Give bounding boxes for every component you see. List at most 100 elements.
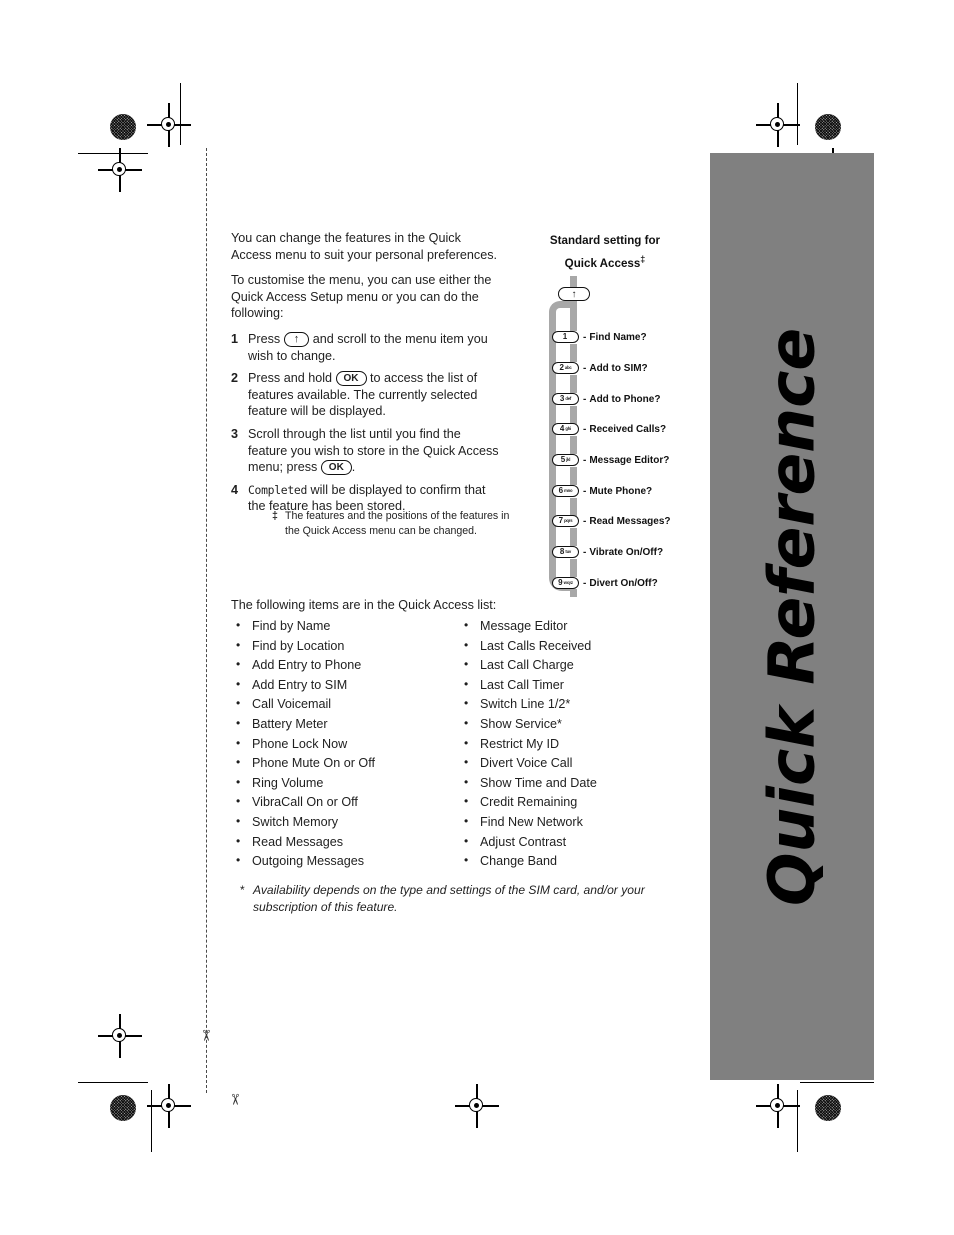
scissors-icon-upper: ✂ [196,1029,214,1042]
key-number: 5 [560,455,566,464]
key-letters: wxyz [563,580,573,586]
key-number: 9 [558,578,563,587]
registration-target-bottom-left-upper [98,1014,142,1058]
list-item: Read Messages [234,832,449,853]
feature-list-right: Message Editor Last Calls Received Last … [462,616,677,872]
row-dash: - [583,515,587,527]
list-item: Adjust Contrast [462,832,677,853]
number-key-6-icon: 6 mno [552,484,579,498]
list-item: Call Voicemail [234,694,449,715]
step-number: 4 [231,482,239,497]
feature-list-left: Find by Name Find by Location Add Entry … [234,616,449,872]
number-key-7-icon: 7 pqrs [552,514,579,528]
registration-density-patch-top-left [110,114,136,140]
step-number: 1 [231,331,239,346]
diagram-menu-row-5: 5 jkl - Message Editor? [552,452,669,468]
quick-reference-side-tab: Quick Reference [710,153,874,1080]
diagram-menu-label: Add to SIM? [589,362,648,374]
crop-mark-vertical-right-bottom [797,1090,799,1152]
intro-paragraph-2: To customise the menu, you can use eithe… [231,273,492,321]
list-item: Restrict My ID [462,734,677,755]
diagram-heading-line1: Standard setting for [549,234,661,247]
list-item: Switch Memory [234,812,449,833]
key-letters: pqrs [564,518,573,524]
list-item: Find by Name [234,616,449,637]
row-dash: - [583,454,587,466]
step-item-2: 2 Press and hold OK to access the list of… [231,370,499,420]
diagram-menu-row-2: 2 abc - Add to SIM? [552,360,648,376]
step-item-1: 1 Press ↑ and scroll to the menu item you… [231,331,499,364]
list-item: Last Call Charge [462,655,677,676]
number-key-8-icon: 8 tuv [552,545,579,559]
diagram-menu-row-3: 3 def - Add to Phone? [552,391,660,407]
registration-target-bottom-center [455,1084,499,1128]
list-item: Show Time and Date [462,773,677,794]
row-dash: - [583,546,587,558]
diagram-menu-label: Mute Phone? [589,485,653,497]
list-item: Phone Lock Now [234,734,449,755]
feature-list-right-column: Message Editor Last Calls Received Last … [462,616,677,872]
list-item: Add Entry to SIM [234,675,449,696]
registration-target-bottom-right-lower [756,1084,800,1128]
key-letters: jkl [566,457,571,463]
crop-mark-vertical-right-top [797,83,799,145]
cut-guide-line [206,148,207,1093]
dagger-footnote-text: The features and the positions of the fe… [285,510,510,537]
diagram-menu-label: Add to Phone? [589,393,661,405]
diagram-menu-row-1: 1 - Find Name? [552,329,647,345]
key-number: 1 [562,332,568,341]
diagram-menu-label: Find Name? [589,331,647,343]
diagram-heading-line2: Quick Access [564,256,641,270]
registration-target-top-left-lower [98,148,142,192]
crop-line-bottom-right [800,1082,874,1084]
feature-list-intro: The following items are in the Quick Acc… [231,598,497,612]
asterisk-footnote-text: Availability depends on the type and set… [253,883,645,914]
row-dash: - [583,393,587,405]
crop-mark-vertical-left-top [180,83,182,145]
key-number: 8 [559,547,565,556]
step-text-before: Scroll through the list until you find t… [248,426,499,475]
diagram-menu-row-6: 6 mno - Mute Phone? [552,483,652,499]
list-item: Change Band [462,851,677,872]
key-letters: abc [564,365,572,371]
diagram-heading: Standard setting for Quick Access‡ [520,232,690,273]
display-text-completed: Completed [248,482,308,497]
key-letters: def [565,396,572,402]
side-tab-title: Quick Reference [755,327,829,906]
list-item: Divert Voice Call [462,753,677,774]
key-letters: mno [564,488,573,494]
list-item: Ring Volume [234,773,449,794]
list-item: Find New Network [462,812,677,833]
crop-line-top-left [78,153,148,155]
instructions-column: You can change the features in the Quick… [231,230,499,521]
registration-target-bottom-left-lower [147,1084,191,1128]
key-letters: ghi [565,426,572,432]
step-text-after: . [351,460,356,475]
ok-key-icon: OK [320,460,352,476]
diagram-menu-label: Message Editor? [589,454,670,466]
key-number: 4 [559,424,565,433]
diagram-scroll-key-icon: ↑ [558,287,590,301]
diagram-menu-row-9: 9 wxyz - Divert On/Off? [552,575,658,591]
row-dash: - [583,485,587,497]
diagram-track-segment-a [570,301,577,331]
number-key-3-icon: 3 def [552,392,579,406]
step-text-before: Press [248,331,281,346]
row-dash: - [583,577,587,589]
key-letters: tuv [565,549,572,555]
diagram-menu-row-4: 4 ghi - Received Calls? [552,421,666,437]
step-number: 3 [231,426,239,441]
number-key-9-icon: 9 wxyz [552,576,579,590]
list-item: Battery Meter [234,714,449,735]
list-item: Message Editor [462,616,677,637]
diagram-menu-label: Read Messages? [589,515,671,527]
registration-target-top-left-upper [147,103,191,147]
list-item: Find by Location [234,636,449,657]
dagger-footnote: ‡ The features and the positions of the … [272,509,518,538]
asterisk-footnote: * Availability depends on the type and s… [240,882,680,916]
number-key-4-icon: 4 ghi [552,422,579,436]
registration-target-top-right-upper [756,103,800,147]
list-item: Show Service* [462,714,677,735]
up-arrow-key-icon: ↑ [283,331,310,347]
list-item: Outgoing Messages [234,851,449,872]
